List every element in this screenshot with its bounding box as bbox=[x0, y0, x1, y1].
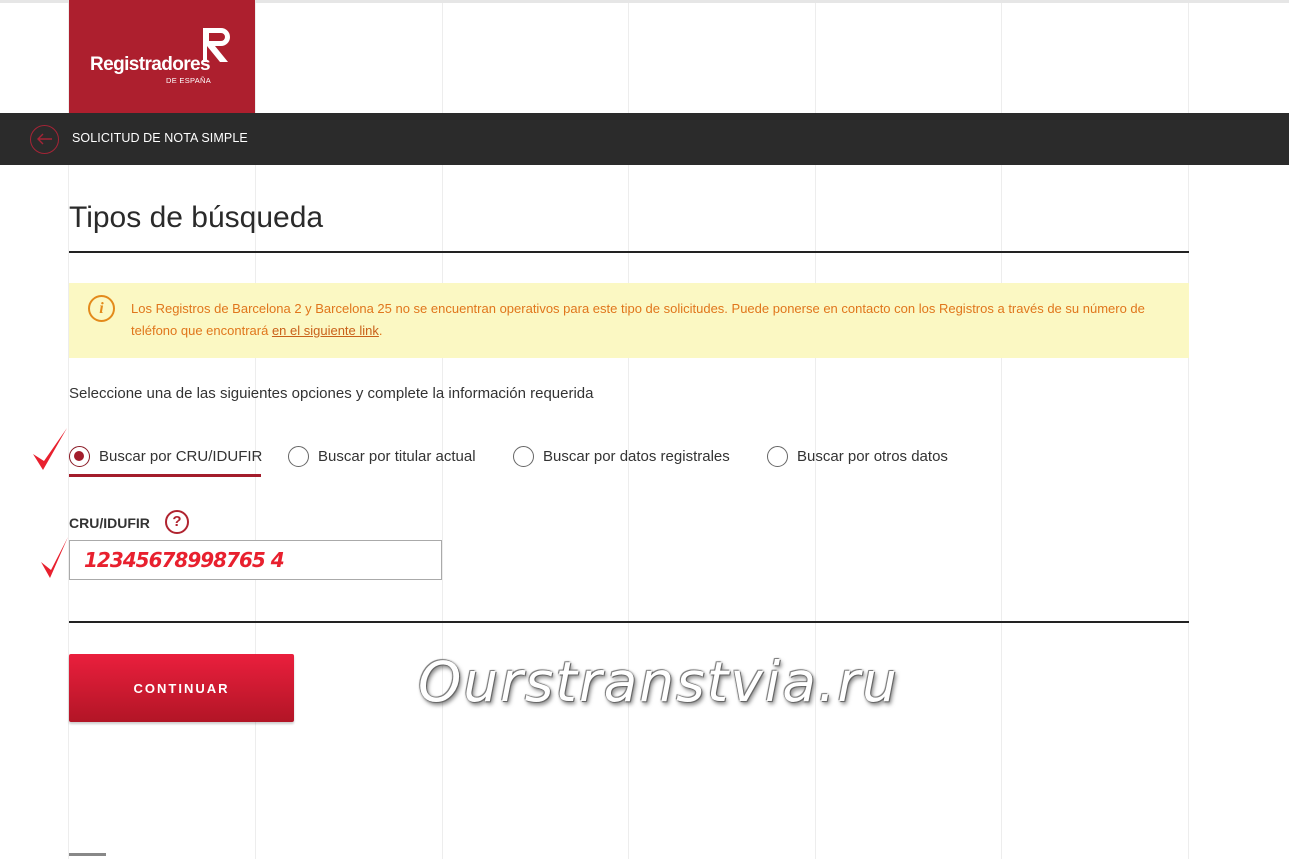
warning-alert: i Los Registros de Barcelona 2 y Barcelo… bbox=[69, 283, 1189, 358]
radio-buscar-datos-registrales[interactable]: Buscar por datos registrales bbox=[513, 443, 730, 469]
radio-circle[interactable] bbox=[513, 445, 534, 467]
radio-buscar-cru[interactable]: Buscar por CRU/IDUFIR bbox=[69, 443, 262, 469]
radio-buscar-otros-datos[interactable]: Buscar por otros datos bbox=[767, 443, 948, 469]
watermark-text: Ourstranstvia.ru bbox=[418, 650, 899, 714]
search-type-options: Buscar por CRU/IDUFIR Buscar por titular… bbox=[69, 443, 1069, 477]
check-icon bbox=[33, 428, 67, 470]
radio-circle[interactable] bbox=[288, 445, 309, 467]
radio-circle[interactable] bbox=[767, 445, 788, 467]
radio-label: Buscar por datos registrales bbox=[543, 447, 730, 465]
cru-input[interactable] bbox=[69, 540, 442, 580]
info-icon: i bbox=[88, 295, 115, 322]
arrow-left-icon bbox=[37, 133, 52, 145]
alert-link[interactable]: en el siguiente link bbox=[272, 323, 379, 338]
form-divider bbox=[69, 621, 1189, 623]
radio-circle[interactable] bbox=[69, 445, 90, 467]
alert-period: . bbox=[378, 323, 383, 338]
radio-buscar-titular[interactable]: Buscar por titular actual bbox=[288, 443, 476, 469]
check-icon bbox=[41, 537, 68, 578]
footer-tab bbox=[69, 853, 106, 856]
radio-label: Buscar por CRU/IDUFIR bbox=[99, 447, 263, 465]
alert-text: Los Registros de Barcelona 2 y Barcelona… bbox=[131, 298, 1176, 342]
radio-label: Buscar por titular actual bbox=[318, 447, 476, 465]
page-title: Tipos de búsqueda bbox=[69, 201, 324, 234]
instruction-text: Seleccione una de las siguientes opcione… bbox=[69, 385, 594, 402]
selected-option-underline bbox=[69, 474, 261, 477]
cru-field-label: CRU/IDUFIR bbox=[69, 515, 150, 531]
continue-button[interactable]: CONTINUAR bbox=[69, 654, 294, 722]
question-icon[interactable]: ? bbox=[165, 510, 189, 534]
title-divider bbox=[69, 251, 1189, 253]
navbar: SOLICITUD DE NOTA SIMPLE bbox=[0, 113, 1289, 165]
logo-name: Registradores bbox=[90, 54, 211, 75]
logo-subtitle: DE ESPAÑA bbox=[166, 76, 212, 85]
back-button[interactable] bbox=[30, 125, 59, 154]
radio-label: Buscar por otros datos bbox=[797, 447, 948, 465]
registradores-logo[interactable]: Registradores DE ESPAÑA bbox=[69, 0, 255, 113]
nav-title: SOLICITUD DE NOTA SIMPLE bbox=[72, 131, 248, 145]
